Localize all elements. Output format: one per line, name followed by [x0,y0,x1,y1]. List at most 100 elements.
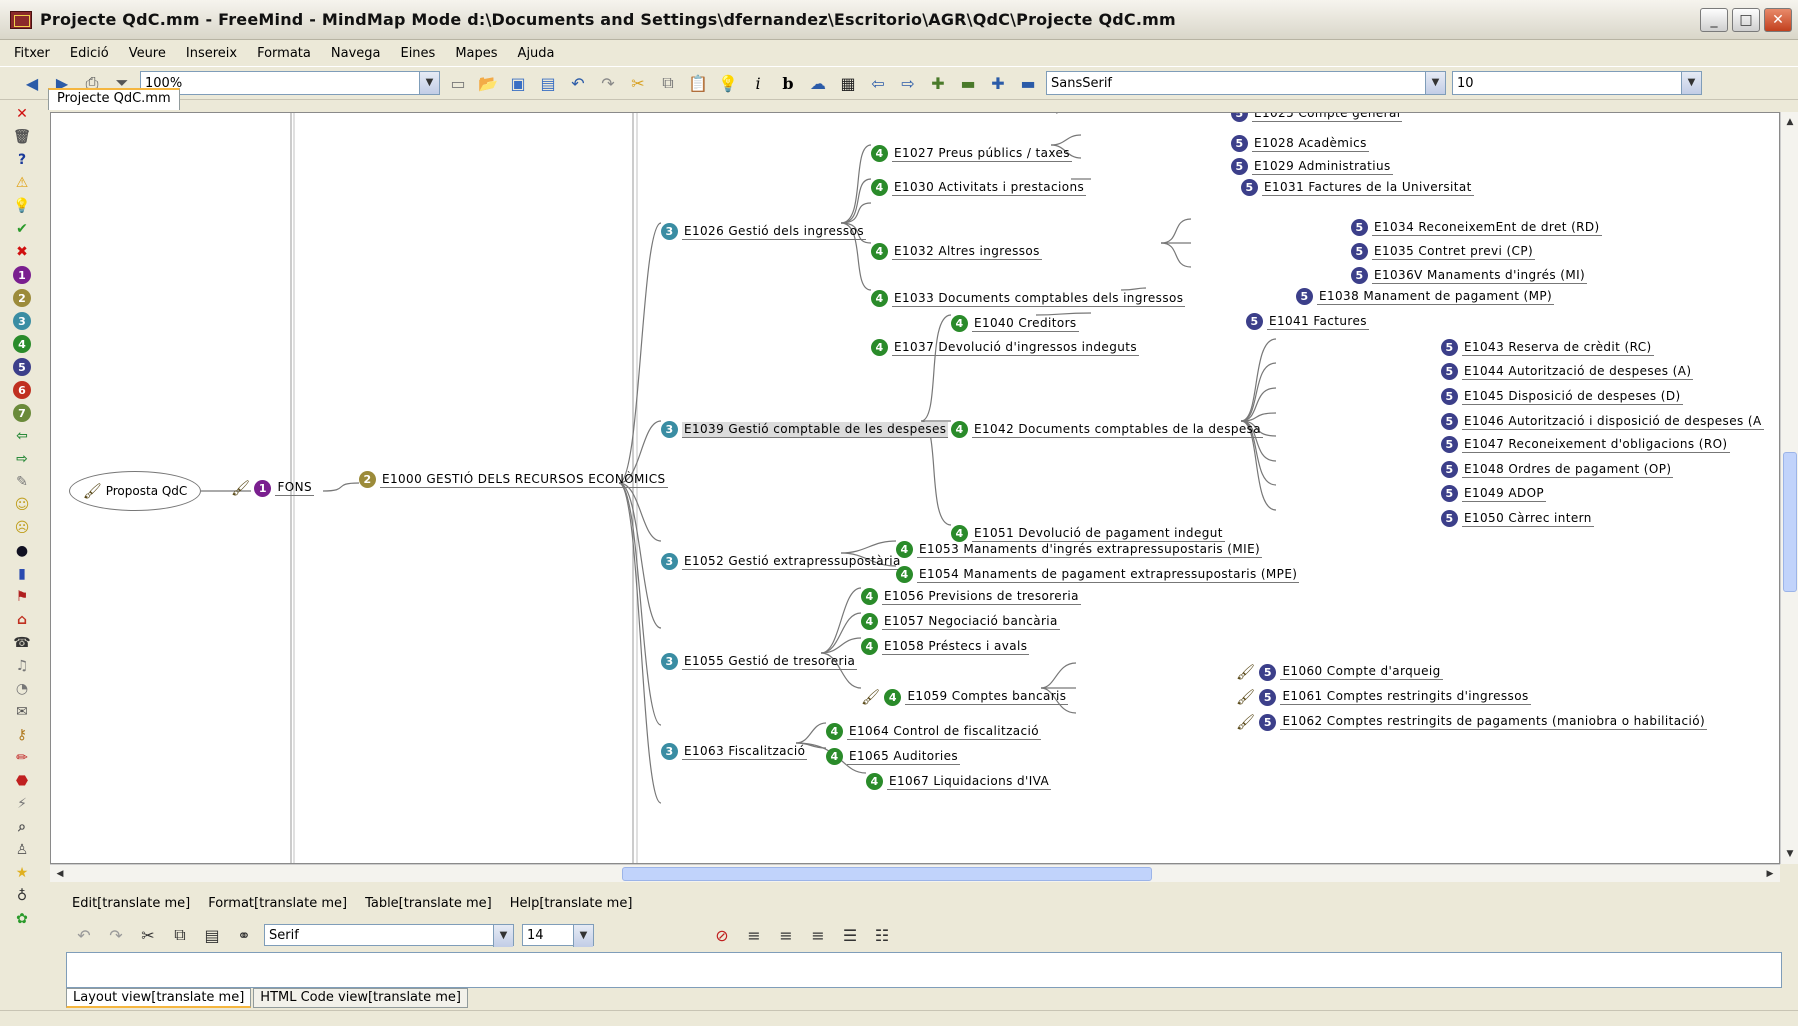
tab-html-code-view[interactable]: HTML Code view[translate me] [253,988,468,1008]
menu-ajuda[interactable]: Ajuda [518,46,555,61]
mindmap-node[interactable]: 4 E1037 Devolució d'ingressos indeguts [871,339,1139,356]
mindmap-node[interactable]: 4 E1056 Previsions de tresoreria [861,588,1081,605]
mindmap-node[interactable]: 5 E1028 Acadèmics [1231,135,1369,152]
priority-5-icon[interactable]: 5 [11,357,33,377]
mindmap-node[interactable]: 🖌 5 E1062 Comptes restringits de pagaments… [1236,713,1708,731]
font-family-select[interactable]: SansSerif ▼ [1046,71,1446,95]
horizontal-scrollbar[interactable]: ◀ ▶ [50,864,1780,882]
mindmap-node[interactable]: 5 E1031 Factures de la Universitat [1241,179,1474,196]
menu-insereix[interactable]: Insereix [186,46,237,61]
attach-icon[interactable]: ✎ [11,472,33,492]
minus-icon[interactable]: ▬ [956,71,980,95]
question-icon[interactable]: ? [11,150,33,170]
scroll-right-icon[interactable]: ▶ [1762,866,1778,882]
vertical-scrollbar[interactable]: ▲ ▼ [1780,112,1798,864]
mindmap-node[interactable]: 3 E1063 Fiscalització [661,743,808,760]
idea-icon[interactable]: 💡 [11,196,33,216]
book-icon[interactable]: ▮ [11,564,33,584]
mindmap-node[interactable]: 4 E1042 Documents comptables de la despes… [951,421,1264,438]
mindmap-node[interactable]: 5 E1045 Disposició de despeses (D) [1441,388,1683,405]
paste-icon[interactable]: ▤ [200,923,224,947]
priority-6-icon[interactable]: 6 [11,380,33,400]
scroll-down-icon[interactable]: ▼ [1782,846,1798,862]
redo-icon[interactable]: ↷ [104,923,128,947]
vertical-scroll-thumb[interactable] [1783,452,1797,592]
horizontal-scroll-thumb[interactable] [622,867,1152,881]
cross-icon[interactable]: ✖ [11,242,33,262]
mindmap-node[interactable]: 4 E1032 Altres ingressos [871,243,1042,260]
person-icon[interactable]: ♙ [11,840,33,860]
mindmap-node[interactable]: 5 E1034 ReconeixemEnt de dret (RD) [1351,219,1602,236]
mindmap-node[interactable]: 5 E1036V Manaments d'ingrés (MI) [1351,267,1588,284]
plus-icon[interactable]: ✚ [926,71,950,95]
redo-icon[interactable]: ↷ [596,71,620,95]
root-node[interactable]: 🖌 Proposta QdC [69,471,201,511]
star-icon[interactable]: ★ [11,863,33,883]
music-icon[interactable]: ♫ [11,656,33,676]
smiley-sad-icon[interactable]: ☹ [11,518,33,538]
bell-icon[interactable]: ♁ [11,886,33,906]
chevron-down-icon[interactable]: ▼ [1425,72,1445,94]
bold-icon[interactable]: b [776,71,800,95]
find-icon[interactable]: ⚭ [232,923,256,947]
minimize-icon[interactable]: _ [1700,8,1728,32]
node-fons[interactable]: 🖌 1 FONS [231,479,314,497]
menu-formata[interactable]: Formata [257,46,311,61]
italic-icon[interactable]: i [746,71,770,95]
mindmap-node[interactable]: 4 E1033 Documents comptables dels ingress… [871,290,1186,307]
note-menu-help[interactable]: Help[translate me] [510,896,633,911]
flower-icon[interactable]: ✿ [11,909,33,929]
copy-icon[interactable]: ⧉ [168,923,192,947]
back-arrow-icon[interactable]: ⇦ [11,426,33,446]
node-e1000[interactable]: 2 E1000 GESTIÓ DELS RECURSOS ECONÒMICS [359,471,668,488]
mindmap-node[interactable]: 5 E1046 Autorització i disposició de desp… [1441,413,1764,430]
mindmap-node[interactable]: 4 E1053 Manaments d'ingrés extrapressupos… [896,541,1263,558]
stop-icon[interactable]: ⬣ [11,771,33,791]
note-size-select[interactable]: 14 ▼ [522,924,594,947]
magnifier-icon[interactable]: ⌕ [11,817,33,837]
menu-navega[interactable]: Navega [331,46,381,61]
mindmap-node[interactable]: 🖌 5 E1061 Comptes restringits d'ingressos [1236,688,1531,706]
note-font-select[interactable]: Serif ▼ [264,924,514,947]
mindmap-node[interactable]: 5 E1029 Administratius [1231,158,1393,175]
mindmap-node[interactable]: 5 E1050 Càrrec intern [1441,510,1594,527]
mindmap-node[interactable]: 5 E1044 Autorització de despeses (A) [1441,363,1694,380]
remove-icon[interactable]: ✕ [11,104,33,124]
wizard-icon[interactable]: ⚡ [11,794,33,814]
save-as-icon[interactable]: ▤ [536,71,560,95]
warning-icon[interactable]: ⚠ [11,173,33,193]
tab-layout-view[interactable]: Layout view[translate me] [66,988,252,1008]
align-right-icon[interactable]: ≡ [806,923,830,947]
bomb-icon[interactable]: ● [11,541,33,561]
mindmap-node[interactable]: 5 E1025 Compte general [1231,113,1403,122]
priority-1-icon[interactable]: 1 [11,265,33,285]
arrow-left-icon[interactable]: ⇦ [866,71,890,95]
plus-blue-icon[interactable]: ✚ [986,71,1010,95]
mindmap-node[interactable]: 4 E1027 Preus públics / taxes [871,145,1072,162]
mindmap-node[interactable]: 4 E1054 Manaments de pagament extrapressu… [896,566,1300,583]
note-text-area[interactable] [66,952,1782,988]
chevron-down-icon[interactable]: ▼ [493,925,513,947]
priority-4-icon[interactable]: 4 [11,334,33,354]
mindmap-node[interactable]: 🖌 4 E1059 Comptes bancaris [861,688,1069,706]
mindmap-node[interactable]: 4 E1030 Activitats i prestacions [871,179,1087,196]
flag-icon[interactable]: ⚑ [11,587,33,607]
menu-mapes[interactable]: Mapes [455,46,497,61]
menu-edicio[interactable]: Edició [70,46,109,61]
grid-icon[interactable]: ▦ [836,71,860,95]
pencil-icon[interactable]: ✏ [11,748,33,768]
home-icon[interactable]: ⌂ [11,610,33,630]
mindmap-node[interactable]: 4 E1051 Devolució de pagament indegut [951,525,1225,542]
mindmap-node[interactable]: 5 E1048 Ordres de pagament (OP) [1441,461,1674,478]
minus-blue-icon[interactable]: ▬ [1016,71,1040,95]
no-format-icon[interactable]: ⊘ [710,923,734,947]
back-icon[interactable]: ◀ [20,71,44,95]
mail-icon[interactable]: ✉ [11,702,33,722]
phone-icon[interactable]: ☎ [11,633,33,653]
note-menu-table[interactable]: Table[translate me] [365,896,492,911]
new-map-icon[interactable]: ▭ [446,71,470,95]
idea-bulb-icon[interactable]: 💡 [716,71,740,95]
trash-icon[interactable]: 🗑 [11,127,33,147]
menu-veure[interactable]: Veure [129,46,166,61]
save-icon[interactable]: ▣ [506,71,530,95]
